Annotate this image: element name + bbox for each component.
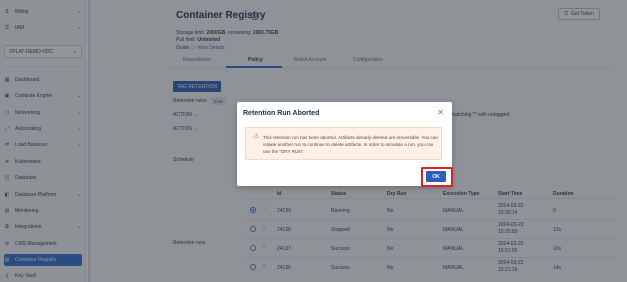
retention-aborted-dialog: Retention Run Aborted ✕ ⚠ This retention…: [237, 102, 452, 186]
warning-message: This retention run has been aborted. Art…: [263, 135, 438, 154]
close-icon[interactable]: ✕: [437, 108, 444, 117]
dialog-title: Retention Run Aborted: [243, 110, 320, 117]
warning-icon: ⚠: [253, 133, 260, 140]
highlight-box: [421, 167, 453, 187]
warning-alert: ⚠ This retention run has been aborted. A…: [245, 127, 442, 160]
